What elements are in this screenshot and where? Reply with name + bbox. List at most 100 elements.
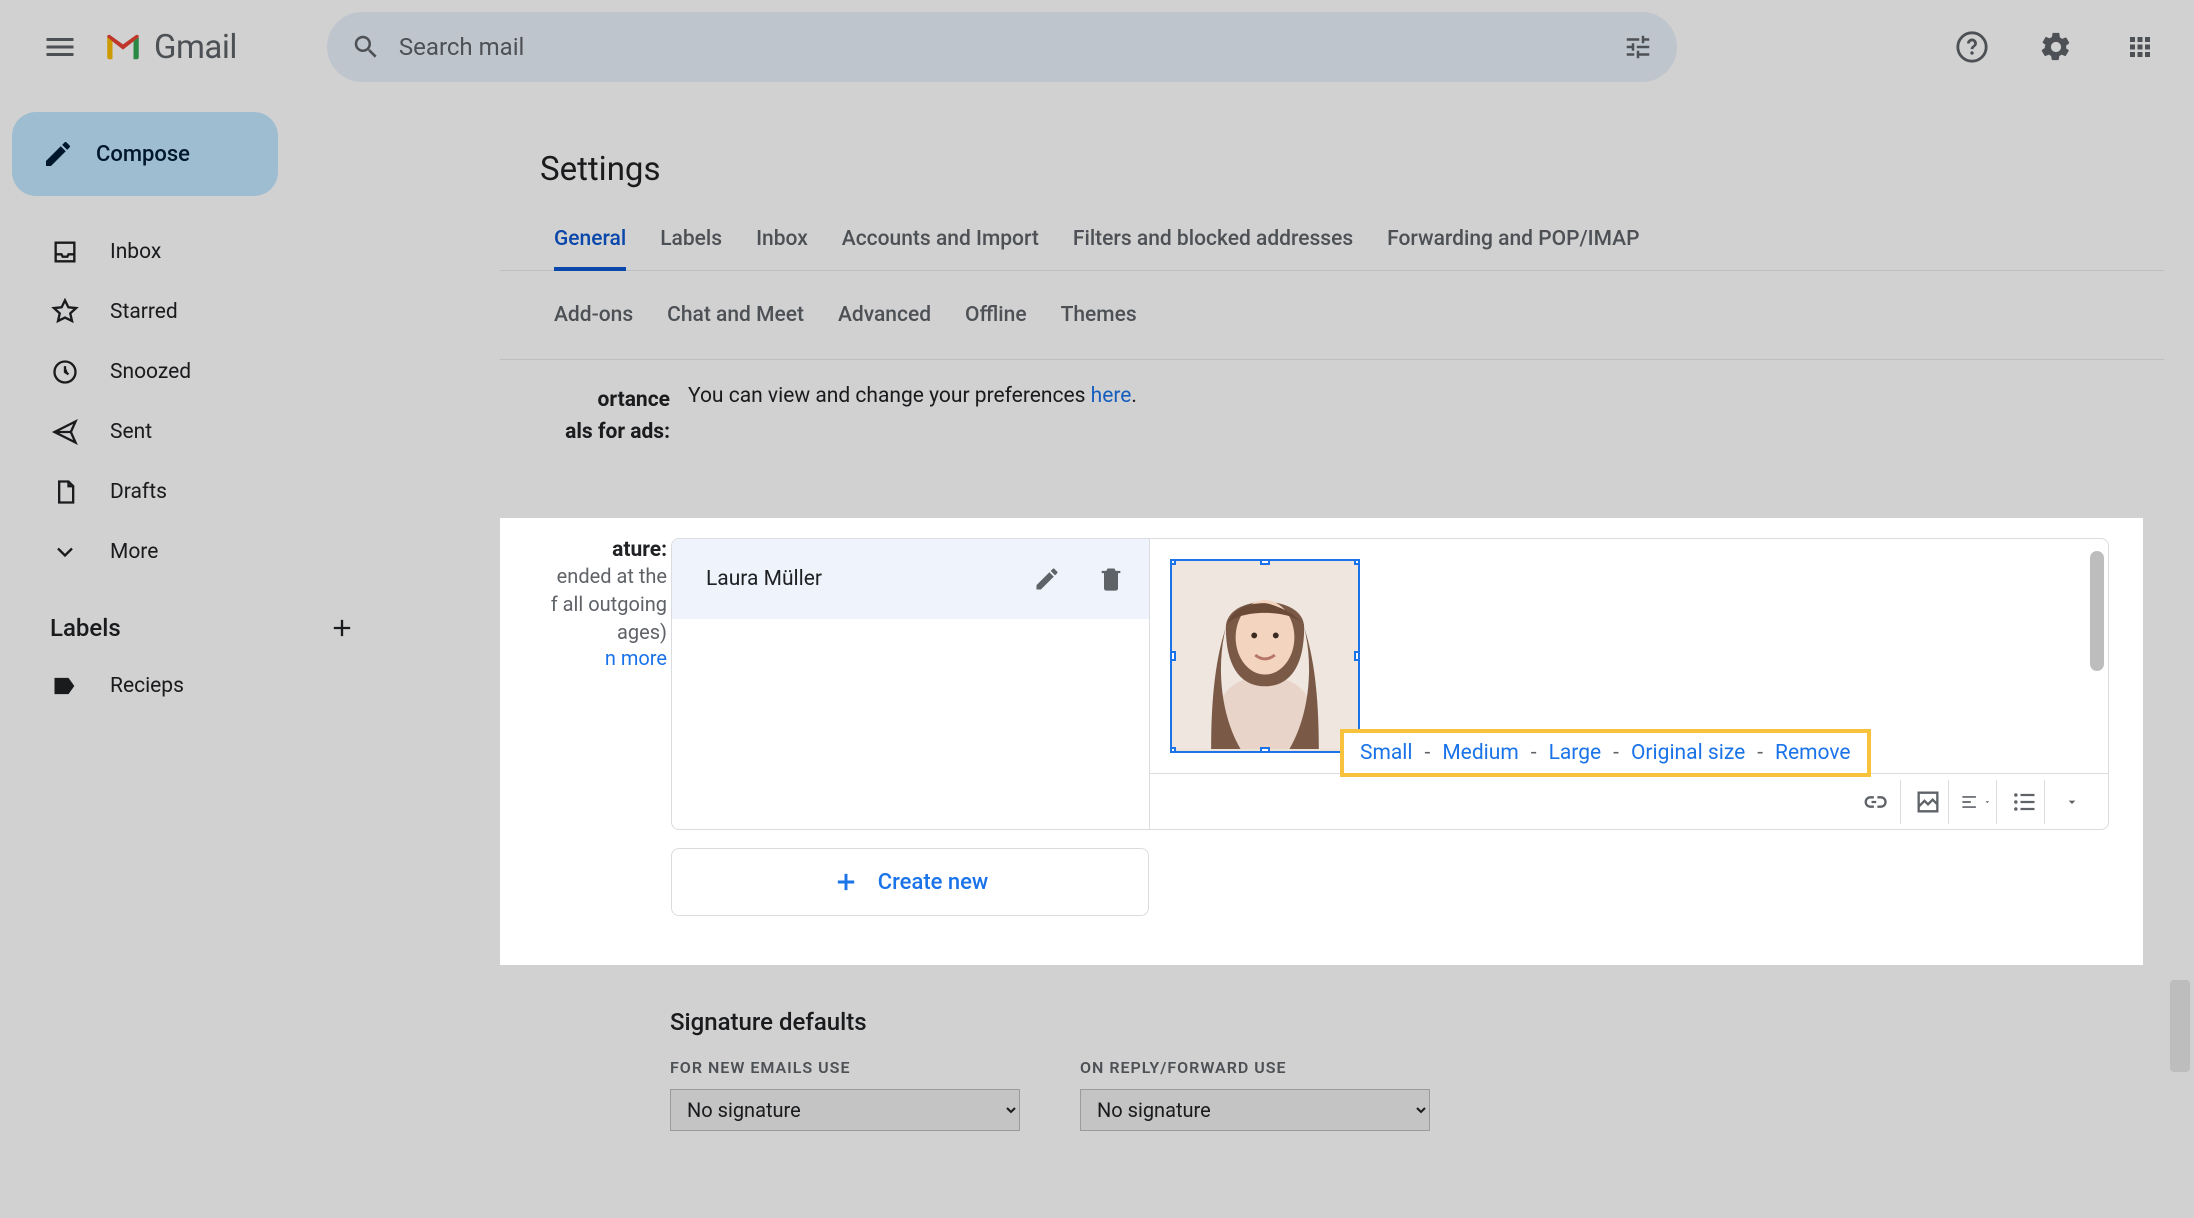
signature-list-item[interactable]: Laura Müller — [672, 539, 1149, 619]
size-medium-link[interactable]: Medium — [1442, 741, 1518, 765]
help-icon — [1955, 30, 1989, 64]
link-icon — [1860, 788, 1888, 816]
sidebar-item-more[interactable]: More — [12, 522, 380, 582]
delete-signature-button[interactable] — [1091, 559, 1131, 599]
create-new-signature-button[interactable]: Create new — [671, 848, 1149, 916]
compose-label: Compose — [96, 142, 190, 167]
sidebar-item-starred[interactable]: Starred — [12, 282, 380, 342]
size-small-link[interactable]: Small — [1360, 741, 1413, 765]
inbox-icon — [50, 237, 80, 267]
signature-name: Laura Müller — [706, 567, 822, 591]
defaults-new-label: FOR NEW EMAILS USE — [670, 1058, 1020, 1077]
search-input[interactable] — [399, 33, 1623, 61]
sep: - — [1757, 741, 1763, 765]
plus-icon — [832, 868, 860, 896]
signature-list: Laura Müller — [671, 538, 1149, 830]
image-size-options: Small - Medium - Large - Original size -… — [1340, 729, 1871, 777]
header: Gmail — [0, 0, 2194, 94]
support-button[interactable] — [1942, 17, 2002, 77]
signature-editor: Small - Medium - Large - Original size -… — [1149, 538, 2109, 830]
pencil-icon — [42, 138, 74, 170]
tab-themes[interactable]: Themes — [1061, 287, 1137, 343]
signature-label: ature: — [500, 538, 667, 562]
tab-inbox[interactable]: Inbox — [756, 211, 808, 270]
defaults-new-select[interactable]: No signature — [670, 1089, 1020, 1131]
labels-header: Labels — [12, 600, 380, 656]
search-icon — [351, 32, 381, 62]
defaults-new-col: FOR NEW EMAILS USE No signature — [670, 1058, 1020, 1131]
resize-handle[interactable] — [1170, 651, 1176, 661]
sidebar-item-drafts[interactable]: Drafts — [12, 462, 380, 522]
nav-label: More — [110, 540, 158, 564]
send-icon — [50, 417, 80, 447]
importance-row: ortance als for ads: You can view and ch… — [500, 384, 2164, 448]
tab-accounts[interactable]: Accounts and Import — [842, 211, 1039, 270]
tab-general[interactable]: General — [554, 211, 626, 271]
insert-image-button[interactable] — [1900, 780, 1944, 824]
size-large-link[interactable]: Large — [1549, 741, 1602, 765]
settings-button[interactable] — [2026, 17, 2086, 77]
sidebar-label-item[interactable]: Recieps — [12, 656, 380, 716]
importance-label-2: als for ads: — [565, 420, 670, 444]
add-label-button[interactable] — [328, 614, 356, 642]
settings-tabs-row2: Add-ons Chat and Meet Advanced Offline T… — [500, 271, 2164, 360]
signature-canvas[interactable]: Small - Medium - Large - Original size -… — [1150, 539, 2108, 773]
nav-label: Snoozed — [110, 360, 191, 384]
sep: - — [1613, 741, 1619, 765]
search-bar[interactable] — [327, 12, 1677, 82]
resize-handle[interactable] — [1354, 651, 1360, 661]
file-icon — [50, 477, 80, 507]
signature-label-col: ature: ended at the f all outgoing ages)… — [500, 538, 667, 830]
plus-icon — [328, 614, 356, 642]
signature-learn-more-link[interactable]: n more — [500, 646, 667, 670]
resize-handle[interactable] — [1170, 559, 1176, 565]
gmail-logo[interactable]: Gmail — [102, 26, 237, 68]
compose-button[interactable]: Compose — [12, 112, 278, 196]
importance-here-link[interactable]: here — [1091, 384, 1132, 408]
tab-offline[interactable]: Offline — [965, 287, 1027, 343]
main-menu-button[interactable] — [24, 11, 96, 83]
sidebar-item-sent[interactable]: Sent — [12, 402, 380, 462]
tab-addons[interactable]: Add-ons — [554, 287, 633, 343]
size-remove-link[interactable]: Remove — [1775, 741, 1851, 765]
tab-filters[interactable]: Filters and blocked addresses — [1073, 211, 1353, 270]
resize-handle[interactable] — [1260, 559, 1270, 565]
defaults-reply-select[interactable]: No signature — [1080, 1089, 1430, 1131]
importance-label-1: ortance — [598, 388, 670, 412]
settings-panel: Settings General Labels Inbox Accounts a… — [500, 120, 2164, 448]
apps-button[interactable] — [2110, 17, 2170, 77]
resize-handle[interactable] — [1170, 747, 1176, 753]
resize-handle[interactable] — [1354, 559, 1360, 565]
signature-item-actions — [1027, 559, 1131, 599]
resize-handle[interactable] — [1260, 747, 1270, 753]
signature-image[interactable] — [1170, 559, 1360, 753]
numbered-list-button[interactable] — [1996, 780, 2040, 824]
hamburger-icon — [42, 29, 78, 65]
labels-title: Labels — [50, 614, 121, 642]
search-options-icon[interactable] — [1623, 32, 1653, 62]
nav-label: Sent — [110, 420, 152, 444]
pencil-icon — [1033, 565, 1061, 593]
insert-link-button[interactable] — [1852, 780, 1896, 824]
tab-labels[interactable]: Labels — [660, 211, 722, 270]
defaults-reply-col: ON REPLY/FORWARD USE No signature — [1080, 1058, 1430, 1131]
signature-desc-1: ended at the — [500, 562, 667, 590]
importance-label: ortance als for ads: — [500, 384, 670, 448]
more-formatting-button[interactable] — [2044, 780, 2088, 824]
tab-forwarding[interactable]: Forwarding and POP/IMAP — [1387, 211, 1639, 270]
trash-icon — [1097, 565, 1125, 593]
importance-desc-prefix: You can view and change your preferences — [688, 384, 1091, 408]
edit-signature-button[interactable] — [1027, 559, 1067, 599]
align-button[interactable] — [1948, 780, 1992, 824]
size-original-link[interactable]: Original size — [1631, 741, 1745, 765]
sidebar-item-snoozed[interactable]: Snoozed — [12, 342, 380, 402]
tab-advanced[interactable]: Advanced — [838, 287, 931, 343]
tab-chat[interactable]: Chat and Meet — [667, 287, 804, 343]
nav-list: Inbox Starred Snoozed Sent Drafts More — [12, 222, 380, 582]
signature-defaults: Signature defaults FOR NEW EMAILS USE No… — [670, 1008, 1430, 1131]
avatar-portrait-icon — [1172, 559, 1358, 751]
importance-desc-suffix: . — [1131, 384, 1137, 408]
sidebar-item-inbox[interactable]: Inbox — [12, 222, 380, 282]
editor-scrollbar[interactable] — [2090, 551, 2104, 671]
page-scrollbar-thumb[interactable] — [2170, 980, 2190, 1072]
